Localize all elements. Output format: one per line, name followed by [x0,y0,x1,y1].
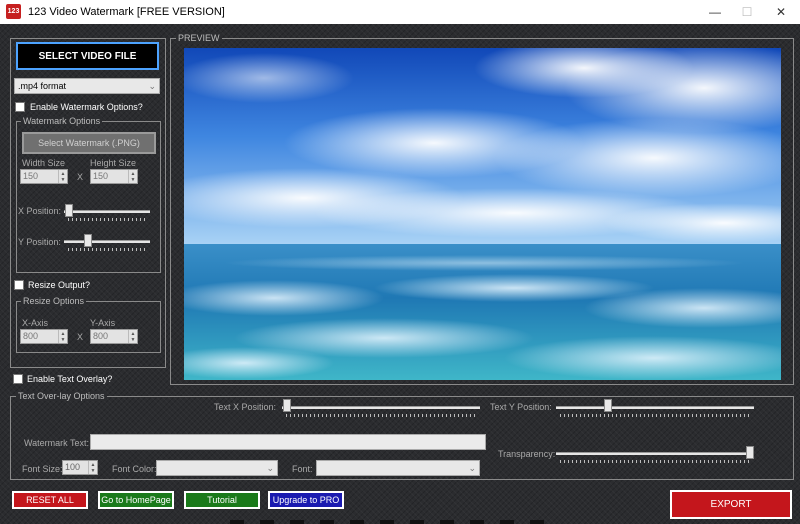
text-y-position-slider[interactable] [556,406,754,409]
font-size-label: Font Size: [22,464,63,474]
x-position-label: X Position: [18,206,62,216]
x-axis-label: X-Axis [22,318,49,328]
window-title: 123 Video Watermark [FREE VERSION] [28,6,225,18]
spin-arrows-icon[interactable]: ▲ ▼ [58,170,67,183]
enable-watermark-label: Enable Watermark Options? [30,102,143,112]
video-preview-image [184,48,781,380]
enable-watermark-checkbox[interactable] [15,102,25,112]
y-axis-label: Y-Axis [90,318,116,328]
transparency-ticks [560,460,752,463]
enable-text-overlay-checkbox[interactable] [13,374,23,384]
text-y-position-slider-thumb[interactable] [604,399,612,412]
output-format-value: .mp4 format [18,81,67,91]
y-position-slider-thumb[interactable] [84,234,92,247]
x-axis-input[interactable]: 800 ▲ ▼ [20,329,68,344]
y-axis-input[interactable]: 800 ▲ ▼ [90,329,138,344]
reset-all-button[interactable]: RESET ALL [12,491,88,509]
text-x-position-slider[interactable] [282,406,480,409]
spin-arrows-icon[interactable]: ▲ ▼ [58,330,67,343]
x-position-slider-thumb[interactable] [65,204,73,217]
spin-arrows-icon[interactable]: ▲ ▼ [88,461,97,474]
preview-legend: PREVIEW [176,33,222,43]
minimize-button[interactable]: — [698,0,732,24]
resize-output-checkbox[interactable] [14,280,24,290]
select-watermark-button[interactable]: Select Watermark (.PNG) [22,132,156,154]
axis-separator: X [77,332,84,342]
height-size-label: Height Size [90,158,137,168]
text-x-position-slider-thumb[interactable] [283,399,291,412]
text-y-position-label: Text Y Position: [490,402,552,412]
maximize-button[interactable]: ☐ [730,0,764,24]
main-window: SELECT VIDEO FILE .mp4 format ⌄ Enable W… [0,24,800,524]
font-size-input[interactable]: 100 ▲ ▼ [62,460,98,475]
y-position-label: Y Position: [18,237,61,247]
chevron-down-icon: ⌄ [148,81,156,91]
app-icon: 123 [6,4,21,19]
watermark-text-input[interactable] [90,434,486,450]
ocean-sky-picture [184,48,781,380]
footer-decoration [230,520,560,524]
output-format-select[interactable]: .mp4 format ⌄ [14,78,160,94]
chevron-down-icon: ⌄ [468,463,476,473]
transparency-slider-thumb[interactable] [746,446,754,459]
chevron-down-icon: ⌄ [266,463,274,473]
watermark-options-legend: Watermark Options [21,116,103,126]
font-color-select[interactable]: ⌄ [156,460,278,476]
go-to-homepage-button[interactable]: Go to HomePage [98,491,174,509]
font-size-value: 100 [65,462,81,472]
height-size-value: 150 [93,171,109,181]
y-position-ticks [68,248,148,251]
text-x-position-label: Text X Position: [214,402,277,412]
text-overlay-legend: Text Over-lay Options [16,391,107,401]
font-label: Font: [292,464,313,474]
width-size-label: Width Size [22,158,66,168]
text-y-position-ticks [560,414,752,417]
resize-output-label: Resize Output? [28,280,91,290]
transparency-label: Transparency: [498,449,556,459]
font-select[interactable]: ⌄ [316,460,480,476]
font-color-label: Font Color: [112,464,157,474]
tutorial-button[interactable]: Tutorial [184,491,260,509]
spin-arrows-icon[interactable]: ▲ ▼ [128,330,137,343]
x-position-ticks [68,218,148,221]
watermark-text-label: Watermark Text: [24,438,90,448]
y-position-slider[interactable] [64,240,150,243]
export-button[interactable]: EXPORT [670,490,792,519]
title-bar: 123 123 Video Watermark [FREE VERSION] —… [0,0,800,24]
spin-arrows-icon[interactable]: ▲ ▼ [128,170,137,183]
x-axis-value: 800 [23,331,39,341]
width-size-input[interactable]: 150 ▲ ▼ [20,169,68,184]
x-position-slider[interactable] [64,210,150,213]
enable-text-overlay-label: Enable Text Overlay? [27,374,113,384]
select-video-file-button[interactable]: SELECT VIDEO FILE [16,42,159,70]
text-x-position-ticks [286,414,478,417]
size-separator: X [77,172,84,182]
y-axis-value: 800 [93,331,109,341]
resize-options-legend: Resize Options [21,296,87,306]
transparency-slider[interactable] [556,452,754,455]
width-size-value: 150 [23,171,39,181]
height-size-input[interactable]: 150 ▲ ▼ [90,169,138,184]
close-button[interactable]: ✕ [764,0,798,24]
upgrade-to-pro-button[interactable]: Upgrade to PRO [268,491,344,509]
